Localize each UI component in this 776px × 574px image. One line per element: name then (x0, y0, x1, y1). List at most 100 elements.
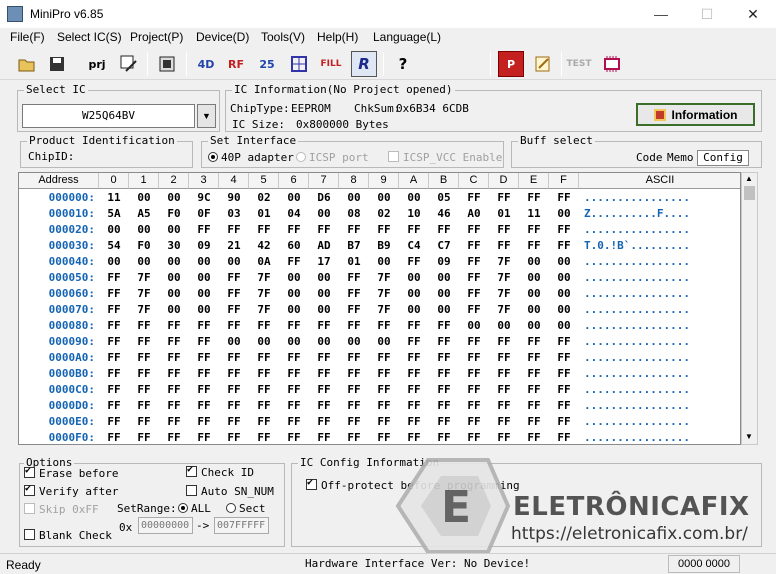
hex-cell[interactable]: 7F (369, 302, 399, 318)
hex-cell[interactable]: FF (189, 334, 219, 350)
hex-cell[interactable]: 00 (489, 318, 519, 334)
hex-cell[interactable]: FF (99, 398, 129, 414)
hex-cell[interactable]: F0 (159, 206, 189, 222)
hex-cell[interactable]: 08 (339, 206, 369, 222)
hex-cell[interactable]: FF (369, 398, 399, 414)
hex-row[interactable]: 000040: 00 00 00 00 00 0A FF 17 01 00 FF 09 FF 7F 00 00.… (19, 254, 740, 270)
hex-cell[interactable]: FF (399, 414, 429, 430)
hex-cell[interactable]: 00 (159, 190, 189, 206)
hex-cell[interactable]: B9 (369, 238, 399, 254)
hex-cell[interactable]: FF (519, 190, 549, 206)
hex-cell[interactable]: FF (159, 430, 189, 444)
hex-cell[interactable]: 00 (99, 222, 129, 238)
check-id-checkbox[interactable]: Check ID (186, 464, 254, 479)
hex-cell[interactable]: FF (189, 318, 219, 334)
hex-row[interactable]: 0000B0: FF FF FF FF FF FF FF FF FF FF FF FF FF FF FF FF.… (19, 366, 740, 382)
hex-cell[interactable]: FF (309, 222, 339, 238)
hex-cell[interactable]: 00 (429, 302, 459, 318)
save-icon[interactable] (44, 51, 70, 77)
hex-cell[interactable]: 00 (459, 318, 489, 334)
hex-cell[interactable]: FF (219, 430, 249, 444)
hex-cell[interactable]: FF (459, 366, 489, 382)
hex-cell[interactable]: FF (159, 398, 189, 414)
hex-cell[interactable]: FF (309, 414, 339, 430)
hex-row[interactable]: 000090: FF FF FF FF 00 00 00 00 00 00 FF FF FF FF FF FF.… (19, 334, 740, 350)
hex-cell[interactable]: FF (399, 398, 429, 414)
hex-cell[interactable]: FF (219, 350, 249, 366)
hex-cell[interactable]: FF (159, 318, 189, 334)
ascii-cell[interactable]: ................ (584, 430, 739, 444)
hex-cell[interactable]: FF (279, 350, 309, 366)
hex-cell[interactable]: 54 (99, 238, 129, 254)
hex-cell[interactable]: FF (219, 318, 249, 334)
hex-cell[interactable]: 00 (519, 302, 549, 318)
hex-cell[interactable]: FF (489, 366, 519, 382)
range-start-input[interactable]: 00000000 (138, 517, 193, 534)
verify-chip-icon[interactable]: 25 (254, 51, 280, 77)
hex-cell[interactable]: FF (99, 286, 129, 302)
hex-cell[interactable]: FF (429, 430, 459, 444)
hex-cell[interactable]: 30 (159, 238, 189, 254)
hex-cell[interactable]: FF (519, 414, 549, 430)
hex-row[interactable]: 0000F0: FF FF FF FF FF FF FF FF FF FF FF FF FF FF FF FF.… (19, 430, 740, 444)
hex-cell[interactable]: 00 (399, 190, 429, 206)
hex-cell[interactable]: FF (129, 398, 159, 414)
hex-cell[interactable]: FF (279, 254, 309, 270)
hex-cell[interactable]: FF (519, 222, 549, 238)
hex-cell[interactable]: B7 (339, 238, 369, 254)
hex-cell[interactable]: FF (459, 222, 489, 238)
hex-cell[interactable]: FF (279, 382, 309, 398)
hex-cell[interactable]: FF (279, 222, 309, 238)
hex-cell[interactable]: 11 (99, 190, 129, 206)
hex-row[interactable]: 000080: FF FF FF FF FF FF FF FF FF FF FF FF 00 00 00 00.… (19, 318, 740, 334)
ascii-cell[interactable]: ................ (584, 254, 739, 270)
hex-cell[interactable]: 00 (369, 190, 399, 206)
hex-cell[interactable]: FF (369, 414, 399, 430)
hex-cell[interactable]: 60 (279, 238, 309, 254)
blank-check-checkbox[interactable]: Blank Check (24, 529, 112, 542)
hex-cell[interactable]: FF (99, 414, 129, 430)
hex-cell[interactable]: FF (249, 318, 279, 334)
close-button[interactable]: ✕ (730, 0, 776, 28)
hex-cell[interactable]: FF (429, 398, 459, 414)
radio-40p-adapter[interactable]: 40P adapter (208, 151, 294, 164)
hex-cell[interactable]: FF (399, 430, 429, 444)
hex-cell[interactable]: FF (429, 366, 459, 382)
hex-cell[interactable]: 00 (549, 286, 579, 302)
hex-cell[interactable]: A5 (129, 206, 159, 222)
hex-cell[interactable]: FF (399, 222, 429, 238)
hex-cell[interactable]: FF (339, 414, 369, 430)
hex-cell[interactable]: 00 (159, 254, 189, 270)
hex-cell[interactable]: 00 (429, 286, 459, 302)
hex-cell[interactable]: 00 (159, 286, 189, 302)
hex-cell[interactable]: FF (279, 366, 309, 382)
hex-cell[interactable]: 7F (489, 254, 519, 270)
hex-cell[interactable]: FF (309, 398, 339, 414)
hex-cell[interactable]: FF (189, 414, 219, 430)
hex-cell[interactable]: FF (219, 398, 249, 414)
program-chip-icon[interactable]: RF (223, 51, 249, 77)
menu-help[interactable]: Help(H) (317, 30, 358, 44)
hex-cell[interactable]: 01 (339, 254, 369, 270)
hex-cell[interactable]: FF (339, 398, 369, 414)
hex-cell[interactable]: 5A (99, 206, 129, 222)
hex-cell[interactable]: FF (129, 350, 159, 366)
hex-cell[interactable]: FF (189, 398, 219, 414)
hex-cell[interactable]: FF (99, 270, 129, 286)
hex-cell[interactable]: FF (459, 382, 489, 398)
hex-cell[interactable]: 00 (519, 270, 549, 286)
radio-icsp-port[interactable]: ICSP port (296, 151, 369, 164)
hex-row[interactable]: 000020: 00 00 00 FF FF FF FF FF FF FF FF FF FF FF FF FF.… (19, 222, 740, 238)
hex-cell[interactable]: FF (459, 286, 489, 302)
hex-cell[interactable]: 00 (519, 286, 549, 302)
hex-cell[interactable]: 0A (249, 254, 279, 270)
hex-cell[interactable]: 00 (339, 334, 369, 350)
hex-cell[interactable]: FF (399, 334, 429, 350)
ascii-cell[interactable]: ................ (584, 222, 739, 238)
hex-cell[interactable]: 09 (189, 238, 219, 254)
hex-row[interactable]: 000070: FF 7F 00 00 FF 7F 00 00 FF 7F 00 00 FF 7F 00 00.… (19, 302, 740, 318)
hex-cell[interactable]: 00 (309, 302, 339, 318)
hex-cell[interactable]: FF (489, 382, 519, 398)
range-end-input[interactable]: 007FFFFF (214, 517, 269, 534)
hex-cell[interactable]: 00 (189, 254, 219, 270)
